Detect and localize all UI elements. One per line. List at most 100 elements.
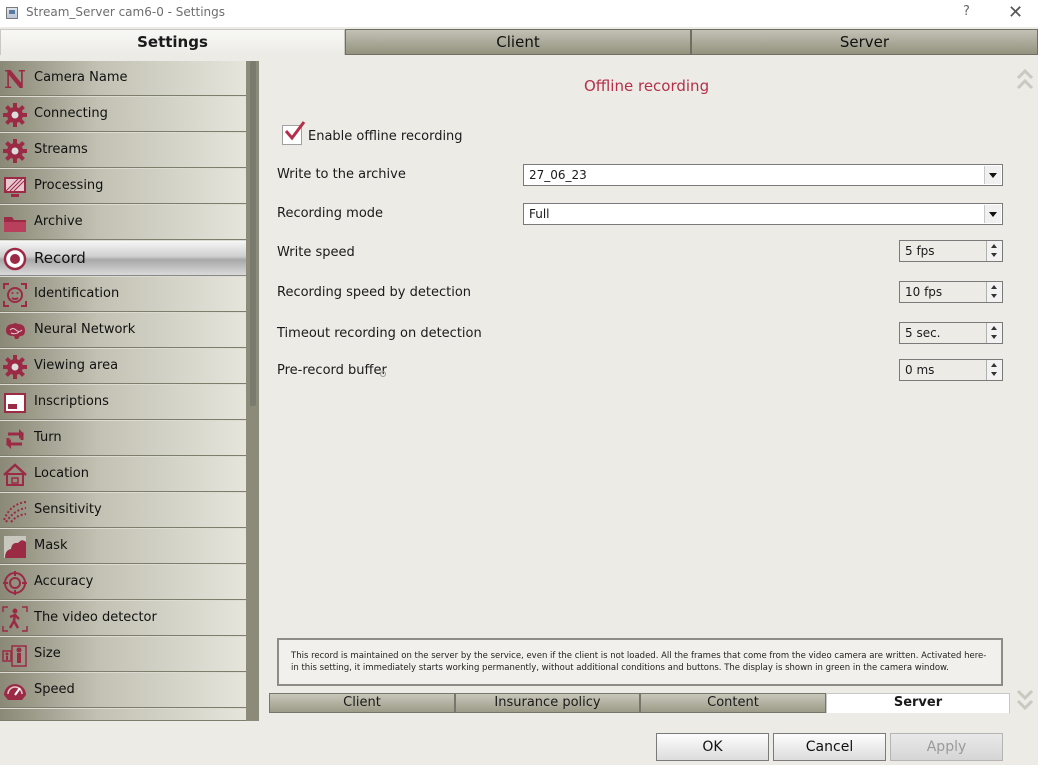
- sidebar-item-label: Neural Network: [34, 322, 136, 337]
- target-icon: [3, 571, 27, 595]
- folder-icon: [4, 217, 26, 232]
- spin-buttons[interactable]: [986, 360, 1002, 380]
- sidebar-item-label: Archive: [34, 214, 83, 229]
- sidebar-item-streams[interactable]: Streams: [0, 133, 246, 168]
- sidebar-item-video-detector[interactable]: The video detector: [0, 601, 246, 636]
- detect-speed-value: 10 fps: [905, 285, 943, 299]
- face-icon: [3, 283, 27, 307]
- sidebar-item-label: The video detector: [34, 610, 157, 625]
- apply-button[interactable]: Apply: [890, 733, 1003, 761]
- sidebar-item-label: Streams: [34, 142, 88, 157]
- dropdown-arrow-icon[interactable]: [984, 166, 1001, 184]
- archive-value: 27_06_23: [529, 168, 587, 182]
- sidebar-item-mask[interactable]: Mask: [0, 529, 246, 564]
- recording-mode-value: Full: [529, 207, 550, 221]
- sidebar-item-accuracy[interactable]: Accuracy: [0, 565, 246, 600]
- scroll-down-icon[interactable]: [1016, 686, 1034, 716]
- subtab-insurance-policy[interactable]: Insurance policy: [455, 693, 640, 713]
- camera-name-icon: N: [4, 66, 26, 92]
- spin-up-icon[interactable]: [991, 326, 997, 330]
- timeout-value: 5 sec.: [905, 326, 941, 340]
- sidebar-scrollbar-thumb[interactable]: [250, 61, 256, 406]
- archive-select[interactable]: 27_06_23: [523, 164, 1003, 186]
- sidebar-item-processing[interactable]: Processing: [0, 169, 246, 204]
- tab-settings[interactable]: Settings: [0, 29, 345, 55]
- sidebar-item-label: Processing: [34, 178, 104, 193]
- gear-icon: [3, 139, 27, 163]
- subtab-content[interactable]: Content: [640, 693, 826, 713]
- sidebar-item-identification[interactable]: Identification: [0, 277, 246, 312]
- sidebar-item-connecting[interactable]: Connecting: [0, 97, 246, 132]
- inscription-icon: [4, 393, 26, 413]
- sidebar-item-label: Connecting: [34, 106, 108, 121]
- spin-down-icon[interactable]: [991, 335, 997, 339]
- scroll-up-icon[interactable]: [1016, 66, 1034, 96]
- tab-server[interactable]: Server: [691, 29, 1038, 55]
- spin-down-icon[interactable]: [991, 294, 997, 298]
- write-speed-value: 5 fps: [905, 244, 935, 258]
- spin-buttons[interactable]: [986, 323, 1002, 343]
- help-button[interactable]: ?: [963, 4, 970, 19]
- spin-up-icon[interactable]: [991, 363, 997, 367]
- write-speed-stepper[interactable]: 5 fps: [899, 240, 1003, 262]
- monitor-icon: [4, 177, 26, 197]
- sidebar-item-label: Record: [34, 249, 86, 267]
- sidebar-item-sensitivity[interactable]: Sensitivity: [0, 493, 246, 528]
- sidebar-item-size[interactable]: Size: [0, 637, 246, 672]
- sidebar-item-label: Size: [34, 646, 61, 661]
- speedometer-icon: [4, 684, 26, 700]
- sidebar-item-record[interactable]: Record: [0, 241, 246, 276]
- spin-up-icon[interactable]: [991, 285, 997, 289]
- sidebar-item-label: Identification: [34, 286, 120, 301]
- cancel-button[interactable]: Cancel: [773, 733, 886, 761]
- detect-speed-label: Recording speed by detection: [277, 285, 472, 300]
- spin-down-icon[interactable]: [991, 372, 997, 376]
- spin-buttons[interactable]: [986, 282, 1002, 302]
- sidebar-item-label: Mask: [34, 538, 68, 553]
- close-button[interactable]: ✕: [1008, 2, 1023, 23]
- sidebar-item-turn[interactable]: Turn: [0, 421, 246, 456]
- detect-speed-stepper[interactable]: 10 fps: [899, 281, 1003, 303]
- sidebar-item-inscriptions[interactable]: Inscriptions: [0, 385, 246, 420]
- subtab-server[interactable]: Server: [826, 693, 1010, 713]
- prerecord-value: 0 ms: [905, 363, 935, 377]
- prerecord-stepper[interactable]: 0 ms: [899, 359, 1003, 381]
- dropdown-arrow-icon[interactable]: [984, 205, 1001, 223]
- timeout-stepper[interactable]: 5 sec.: [899, 322, 1003, 344]
- tab-client[interactable]: Client: [345, 29, 691, 55]
- mask-icon: [4, 536, 26, 558]
- brain-icon: [6, 323, 25, 339]
- sidebar-item-location[interactable]: Location: [0, 457, 246, 492]
- timeout-label: Timeout recording on detection: [277, 326, 482, 341]
- sensitivity-icon: [3, 501, 27, 523]
- sidebar: N Camera Name Connecting Streams Process…: [0, 61, 259, 721]
- gear-icon: [3, 355, 27, 379]
- sidebar-item-label: Camera Name: [34, 70, 128, 85]
- recording-mode-label: Recording mode: [277, 206, 384, 221]
- subtab-client[interactable]: Client: [269, 693, 455, 713]
- spin-up-icon[interactable]: [991, 244, 997, 248]
- sidebar-item-viewing-area[interactable]: Viewing area: [0, 349, 246, 384]
- spin-down-icon[interactable]: [991, 253, 997, 257]
- ok-button[interactable]: OK: [656, 733, 769, 761]
- sidebar-item-label: Viewing area: [34, 358, 119, 373]
- sidebar-item-label: Location: [34, 466, 89, 481]
- page-title: Offline recording: [584, 77, 710, 95]
- sidebar-item-archive[interactable]: Archive: [0, 205, 246, 240]
- sidebar-item-partial: [0, 709, 246, 721]
- sidebar-item-label: Speed: [34, 682, 75, 697]
- spin-buttons[interactable]: [986, 241, 1002, 261]
- sidebar-item-camera-name[interactable]: N Camera Name: [0, 61, 246, 96]
- window-title: Stream_Server cam6-0 - Settings: [26, 5, 226, 19]
- sidebar-item-speed[interactable]: Speed: [0, 673, 246, 708]
- walking-person-icon: [2, 606, 28, 632]
- dot-marker: [380, 371, 386, 377]
- recording-mode-select[interactable]: Full: [523, 203, 1003, 225]
- prerecord-label: Pre-record buffer: [277, 363, 387, 378]
- size-icon: [2, 645, 27, 667]
- write-speed-label: Write speed: [277, 245, 355, 260]
- app-icon: [6, 7, 18, 19]
- main-panel: Offline recording Enable offline recordi…: [262, 58, 1038, 718]
- rotate-icon: [6, 429, 24, 449]
- sidebar-item-neural-network[interactable]: Neural Network: [0, 313, 246, 348]
